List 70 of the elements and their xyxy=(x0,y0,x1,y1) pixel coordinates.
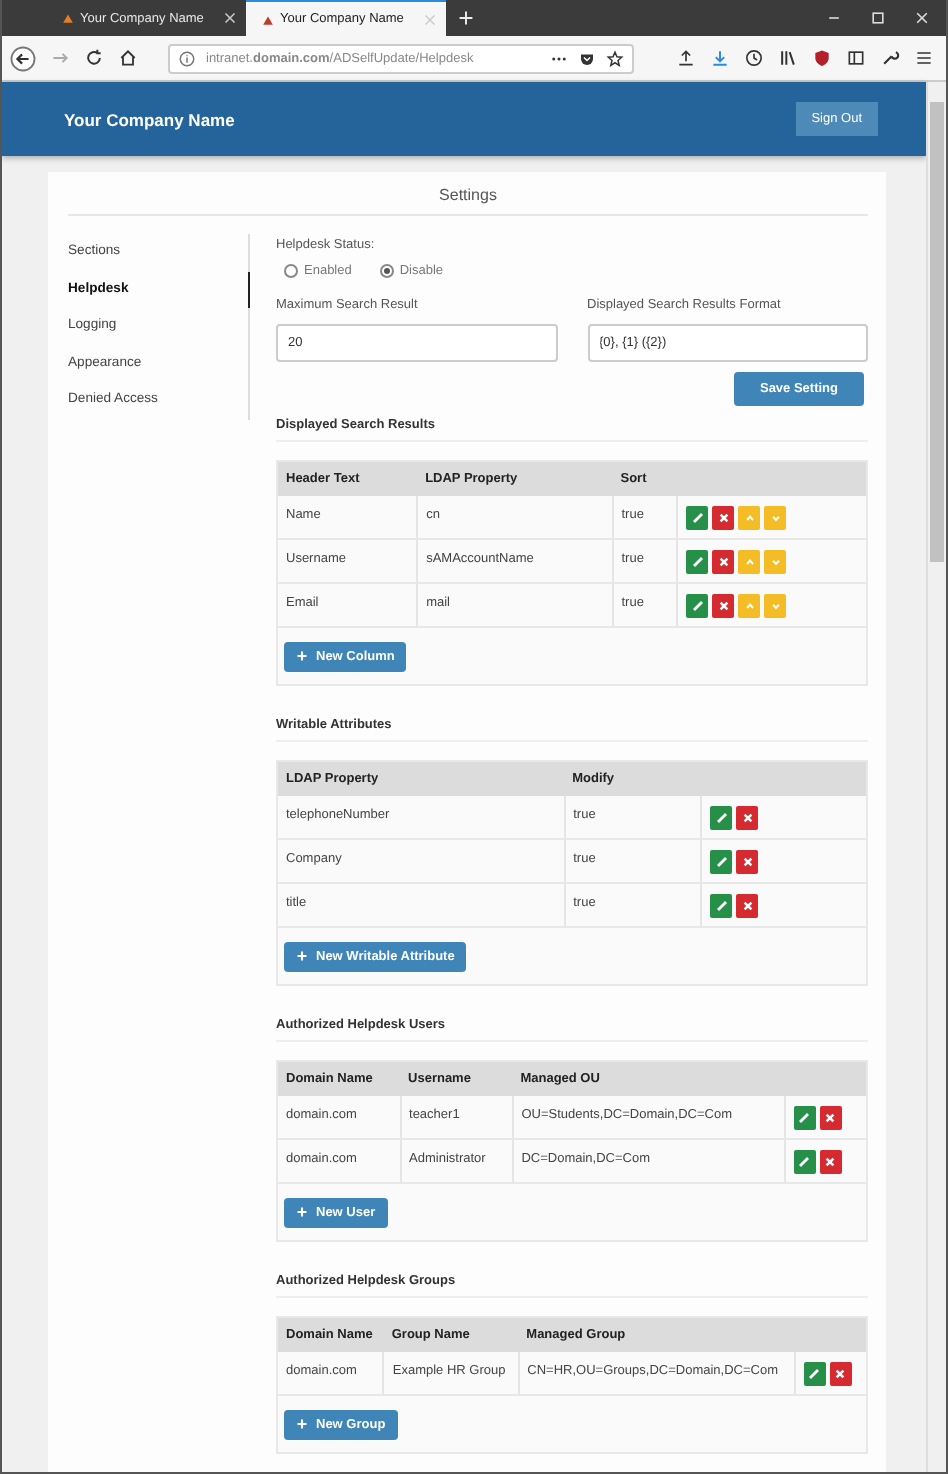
history-icon[interactable] xyxy=(744,48,764,68)
plus-icon xyxy=(296,1418,308,1430)
caret-down-icon xyxy=(767,598,784,614)
pencil-icon xyxy=(806,1366,823,1382)
library-icon[interactable] xyxy=(778,48,798,68)
reload-icon[interactable] xyxy=(84,48,104,68)
upload-icon[interactable] xyxy=(676,48,696,68)
delete-button[interactable] xyxy=(712,550,735,574)
pencil-icon xyxy=(689,510,706,526)
edit-button[interactable] xyxy=(686,550,709,574)
delete-button[interactable] xyxy=(819,1106,841,1130)
x-icon xyxy=(715,554,732,570)
x-icon xyxy=(822,1110,838,1126)
delete-button[interactable] xyxy=(736,850,759,874)
delete-button[interactable] xyxy=(819,1150,841,1174)
edit-button[interactable] xyxy=(793,1106,815,1130)
x-icon xyxy=(739,810,756,826)
pocket-icon[interactable] xyxy=(578,49,596,67)
edit-button[interactable] xyxy=(686,506,709,530)
edit-button[interactable] xyxy=(793,1150,815,1174)
shield-icon[interactable] xyxy=(812,48,832,68)
plus-icon xyxy=(296,950,308,962)
delete-button[interactable] xyxy=(736,894,759,918)
home-icon[interactable] xyxy=(118,48,138,68)
delete-button[interactable] xyxy=(829,1362,852,1386)
caret-down-icon xyxy=(767,510,784,526)
edit-button[interactable] xyxy=(803,1362,826,1386)
pencil-icon xyxy=(689,554,706,570)
maximize-icon[interactable] xyxy=(870,10,886,26)
plus-icon xyxy=(296,1206,308,1218)
back-icon[interactable] xyxy=(10,45,36,71)
pencil-icon xyxy=(796,1110,812,1126)
new-tab-icon[interactable] xyxy=(458,10,474,26)
pencil-icon xyxy=(713,810,730,826)
delete-button[interactable] xyxy=(736,806,759,830)
edit-button[interactable] xyxy=(710,806,733,830)
x-icon xyxy=(832,1366,849,1382)
menu-icon[interactable] xyxy=(914,48,934,68)
page-icon xyxy=(262,13,274,25)
close-icon[interactable] xyxy=(224,12,236,24)
pencil-icon xyxy=(713,898,730,914)
scrollbar[interactable] xyxy=(926,82,946,1472)
x-icon xyxy=(739,898,756,914)
page-icon xyxy=(62,12,74,24)
edit-button[interactable] xyxy=(710,850,733,874)
pencil-icon xyxy=(689,598,706,614)
pencil-icon xyxy=(713,854,730,870)
x-icon xyxy=(739,854,756,870)
edit-button[interactable] xyxy=(686,594,709,618)
x-icon xyxy=(715,598,732,614)
plus-icon xyxy=(296,650,308,662)
caret-up-icon xyxy=(741,510,758,526)
x-icon xyxy=(822,1154,838,1170)
radio-button[interactable] xyxy=(284,264,298,278)
pencil-icon xyxy=(796,1154,812,1170)
radio-button[interactable] xyxy=(379,264,394,278)
company-name: Your Company Name xyxy=(64,109,235,129)
sidebar-icon[interactable] xyxy=(846,48,866,68)
close-icon[interactable] xyxy=(914,10,930,26)
edit-button[interactable] xyxy=(710,894,733,918)
caret-down-icon xyxy=(767,554,784,570)
info-icon xyxy=(178,49,196,67)
delete-button[interactable] xyxy=(712,594,735,618)
download-icon[interactable] xyxy=(710,48,730,68)
x-icon xyxy=(715,510,732,526)
settings-title: Settings xyxy=(68,172,868,216)
star-icon[interactable] xyxy=(606,49,624,67)
caret-up-icon xyxy=(741,554,758,570)
delete-button[interactable] xyxy=(712,506,735,530)
caret-up-icon xyxy=(741,598,758,614)
